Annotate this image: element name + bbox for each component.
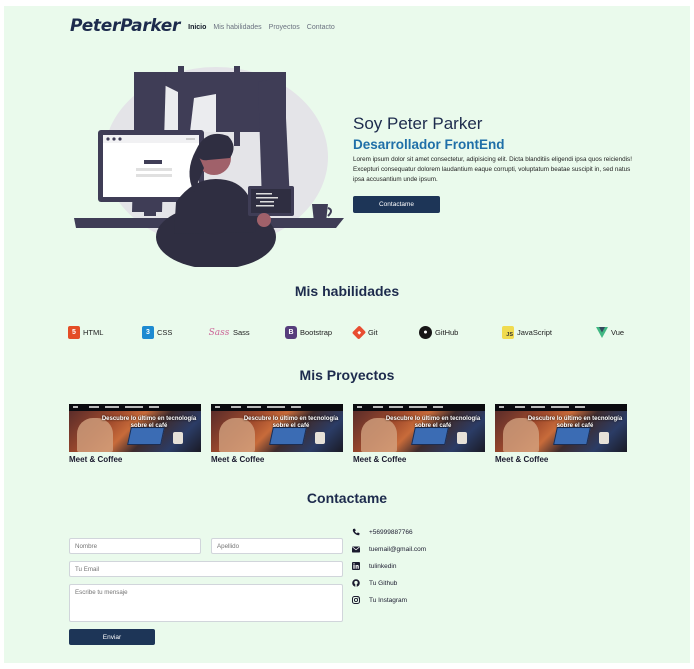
project-card[interactable]: Descubre lo último en tecnología sobre e…	[69, 404, 201, 464]
github-icon	[352, 579, 360, 587]
hero-subtitle: Desarrollador FrontEnd	[353, 137, 505, 152]
nav-links: Inicio Mis habilidades Proyectos Contact…	[188, 22, 335, 31]
project-name: Meet & Coffee	[353, 455, 407, 464]
skill-bootstrap: B Bootstrap	[285, 326, 332, 339]
skill-label: Bootstrap	[300, 328, 333, 337]
bootstrap-icon: B	[285, 326, 297, 339]
github-icon: ●	[419, 326, 432, 339]
contact-linkedin-text: tulinkedin	[369, 562, 397, 570]
project-card[interactable]: Descubre lo último en tecnología sobre e…	[353, 404, 485, 464]
skill-label: CSS	[157, 328, 173, 337]
skill-label: Sass	[233, 328, 250, 337]
brand-logo[interactable]: PeterParker	[70, 16, 180, 36]
project-overlay-text: Descubre lo último en tecnología sobre e…	[527, 416, 623, 429]
skill-label: Git	[368, 328, 378, 337]
project-thumbnail: Descubre lo último en tecnología sobre e…	[211, 404, 343, 452]
skill-javascript: JS JavaScript	[502, 326, 552, 339]
instagram-icon	[352, 596, 360, 604]
git-icon: ◆	[351, 325, 367, 340]
vue-icon	[596, 327, 608, 338]
mensaje-textarea[interactable]	[69, 584, 343, 622]
skill-label: Vue	[611, 328, 625, 337]
contact-email: tuemail@gmail.com	[352, 545, 426, 553]
contact-linkedin[interactable]: tulinkedin	[352, 562, 396, 570]
project-overlay-text: Descubre lo último en tecnología sobre e…	[243, 416, 339, 429]
nav-link-habilidades[interactable]: Mis habilidades	[213, 24, 261, 31]
contact-instagram-text: Tu Instagram	[369, 596, 408, 604]
skill-label: HTML	[83, 328, 104, 337]
nombre-input[interactable]	[69, 538, 201, 554]
skills-list: 5 HTML 3 CSS Sass Sass B Bootstrap ◆ Git…	[4, 325, 690, 342]
skill-css: 3 CSS	[142, 326, 172, 339]
sass-icon: Sass	[208, 327, 230, 338]
project-name: Meet & Coffee	[69, 455, 123, 464]
project-thumbnail: Descubre lo último en tecnología sobre e…	[69, 404, 201, 452]
project-card[interactable]: Descubre lo último en tecnología sobre e…	[211, 404, 343, 464]
project-thumbnail: Descubre lo último en tecnología sobre e…	[353, 404, 485, 452]
contact-github-text: Tu Github	[369, 579, 398, 587]
hero-description: Lorem ipsum dolor sit amet consectetur, …	[353, 156, 632, 183]
skill-vue: Vue	[596, 326, 624, 339]
contact-instagram[interactable]: Tu Instagram	[352, 596, 407, 604]
skill-label: GitHub	[435, 328, 459, 337]
skills-title: Mis habilidades	[294, 283, 400, 299]
skill-git: ◆ Git	[351, 325, 378, 340]
html5-icon: 5	[68, 326, 80, 339]
phone-icon	[352, 528, 360, 536]
page: PeterParker Inicio Mis habilidades Proye…	[4, 6, 690, 663]
project-card[interactable]: Descubre lo último en tecnología sobre e…	[495, 404, 627, 464]
nav-link-inicio[interactable]: Inicio	[188, 24, 206, 31]
hero-text: Soy Peter Parker Desarrollador FrontEnd …	[353, 114, 643, 184]
projects-title: Mis Proyectos	[299, 367, 395, 383]
skill-github: ● GitHub	[419, 326, 458, 339]
contact-phone-text: +56999887766	[369, 528, 413, 536]
project-name: Meet & Coffee	[211, 455, 265, 464]
apellido-input[interactable]	[211, 538, 343, 554]
navbar: PeterParker Inicio Mis habilidades Proye…	[70, 16, 335, 36]
contact-email-text: tuemail@gmail.com	[369, 545, 427, 553]
enviar-button[interactable]: Enviar	[69, 629, 155, 645]
contact-phone: +56999887766	[352, 528, 413, 536]
css3-icon: 3	[142, 326, 154, 339]
nav-link-contacto[interactable]: Contacto	[307, 24, 335, 31]
skill-label: JavaScript	[517, 328, 553, 337]
project-thumbnail: Descubre lo último en tecnología sobre e…	[495, 404, 627, 452]
skill-sass: Sass Sass	[208, 326, 250, 339]
hero-title: Soy Peter Parker	[353, 114, 483, 133]
project-name: Meet & Coffee	[495, 455, 549, 464]
contactame-button[interactable]: Contactame	[353, 196, 440, 213]
skill-html: 5 HTML	[68, 326, 103, 339]
javascript-icon: JS	[502, 326, 514, 339]
projects-list: Descubre lo último en tecnología sobre e…	[69, 404, 629, 468]
project-overlay-text: Descubre lo último en tecnología sobre e…	[385, 416, 481, 429]
developer-illustration	[74, 66, 344, 267]
project-overlay-text: Descubre lo último en tecnología sobre e…	[101, 416, 197, 429]
linkedin-icon	[352, 562, 360, 570]
envelope-icon	[352, 545, 360, 553]
email-input[interactable]	[69, 561, 343, 577]
contact-github[interactable]: Tu Github	[352, 579, 397, 587]
contact-title: Contactame	[306, 490, 388, 506]
nav-link-proyectos[interactable]: Proyectos	[269, 24, 300, 31]
